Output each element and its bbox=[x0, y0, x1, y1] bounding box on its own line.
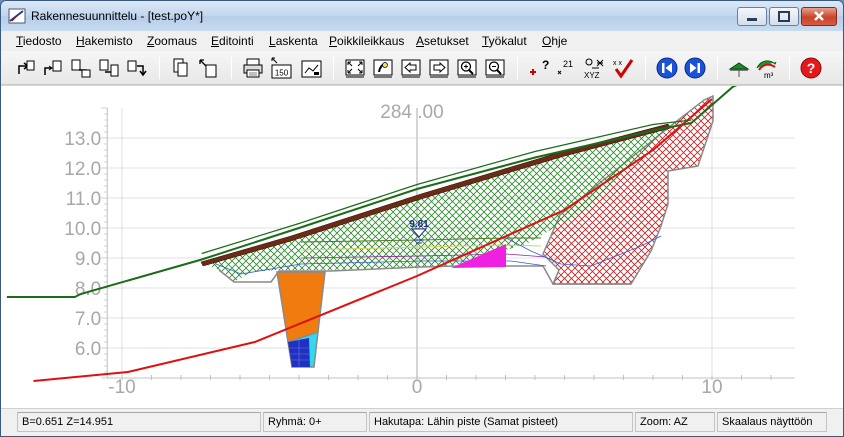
menu-zoomaus[interactable]: Zoomaus bbox=[147, 34, 197, 48]
print-preview-icon[interactable] bbox=[299, 56, 323, 80]
y-tick-label: 11.0 bbox=[66, 189, 102, 210]
y-tick-label: 13.0 bbox=[64, 129, 101, 150]
xyz-label: XYZ bbox=[584, 71, 600, 80]
menu-poikkileikkaus[interactable]: Poikkileikkaus bbox=[329, 34, 404, 48]
svg-text:x x: x x bbox=[613, 60, 622, 67]
zoom-in-icon[interactable] bbox=[455, 56, 479, 80]
menu-laskenta[interactable]: Laskenta bbox=[269, 34, 318, 48]
coordinates-icon[interactable]: XYZ bbox=[583, 56, 607, 80]
copy-icon[interactable] bbox=[169, 56, 193, 80]
cross-section-drawing[interactable]: 6.07.08.09.010.011.012.013.0 -10 0 10 28… bbox=[1, 59, 843, 408]
print-icon[interactable] bbox=[241, 56, 265, 80]
minimize-button[interactable] bbox=[737, 7, 767, 26]
x-tick-label: 10 bbox=[701, 377, 722, 398]
title-bar[interactable]: Rakennesuunnittelu - [test.poY*] bbox=[1, 1, 843, 31]
x-tick-label: 0 bbox=[412, 377, 423, 398]
check-icon[interactable]: x x bbox=[611, 56, 635, 80]
toolbar: 150 ? 21 XYZ x x m³ ? bbox=[1, 51, 843, 85]
toolbar-separator bbox=[717, 57, 718, 79]
zoom-out-icon[interactable] bbox=[483, 56, 507, 80]
menu-tiedosto[interactable]: Tiedosto bbox=[16, 34, 62, 48]
status-scaling: Skaalaus näyttöön bbox=[717, 412, 827, 432]
zoom-fit-icon[interactable] bbox=[343, 56, 367, 80]
previous-section-icon[interactable] bbox=[655, 56, 679, 80]
menu-asetukset[interactable]: Asetukset bbox=[416, 34, 469, 48]
status-search-mode: Hakutapa: Lähin piste (Samat pisteet) bbox=[369, 412, 633, 432]
svg-text:?: ? bbox=[807, 60, 816, 76]
next-section-icon[interactable] bbox=[683, 56, 707, 80]
paste-icon[interactable] bbox=[197, 56, 221, 80]
undo-icon[interactable] bbox=[13, 56, 37, 80]
toolbar-separator bbox=[333, 57, 334, 79]
arrow-right-icon[interactable] bbox=[427, 56, 451, 80]
save-as-icon[interactable] bbox=[97, 56, 121, 80]
y-tick-label: 12.0 bbox=[64, 159, 101, 180]
toolbar-separator bbox=[645, 57, 646, 79]
menu-bar: Tiedosto Hakemisto Zoomaus Editointi Las… bbox=[1, 31, 843, 51]
water-level-label: 9.81 bbox=[409, 219, 429, 230]
point-number-icon[interactable]: 21 bbox=[555, 56, 579, 80]
save-icon[interactable] bbox=[69, 56, 93, 80]
volume-icon[interactable]: m³ bbox=[755, 56, 779, 80]
maximize-button[interactable] bbox=[769, 7, 799, 26]
scale-label: 150 bbox=[275, 69, 289, 78]
toolbar-separator bbox=[231, 57, 232, 79]
y-tick-label: 6.0 bbox=[75, 339, 101, 360]
svg-text:?: ? bbox=[542, 58, 549, 72]
redo-icon[interactable] bbox=[125, 56, 149, 80]
cross-section-canvas[interactable]: 6.0 7.0 8.0 9.0 10.0 11.0 12.0 13.0 -10 0 10 bbox=[1, 59, 843, 408]
cross-section-icon[interactable] bbox=[727, 56, 751, 80]
status-bar: B=0.651 Z=14.951 Ryhmä: 0+ Hakutapa: Läh… bbox=[1, 408, 843, 436]
svg-text:21: 21 bbox=[563, 59, 573, 69]
zoom-pan-icon[interactable] bbox=[371, 56, 395, 80]
menu-ohje[interactable]: Ohje bbox=[542, 34, 567, 48]
menu-hakemisto[interactable]: Hakemisto bbox=[76, 34, 133, 48]
m3-label: m³ bbox=[764, 71, 774, 80]
toolbar-separator bbox=[517, 57, 518, 79]
x-axis-ticks: -10 0 10 bbox=[107, 375, 795, 398]
menu-editointi[interactable]: Editointi bbox=[211, 34, 254, 48]
help-icon[interactable]: ? bbox=[799, 56, 823, 80]
y-tick-label: 9.0 bbox=[75, 249, 101, 270]
toolbar-separator bbox=[159, 57, 160, 79]
y-tick-label: 7.0 bbox=[75, 309, 101, 330]
status-group: Ryhmä: 0+ bbox=[263, 412, 367, 432]
close-button[interactable] bbox=[801, 7, 837, 26]
station-label: 284 .00 bbox=[380, 102, 443, 123]
y-axis-ticks: 6.07.08.09.010.011.012.013.0 bbox=[64, 107, 108, 379]
x-tick-label: -10 bbox=[108, 377, 135, 398]
add-point-icon[interactable]: ? bbox=[527, 56, 551, 80]
app-icon bbox=[8, 8, 26, 24]
menu-tyokalut[interactable]: Työkalut bbox=[482, 34, 527, 48]
scale-150-icon[interactable]: 150 bbox=[269, 56, 293, 80]
status-coordinates: B=0.651 Z=14.951 bbox=[17, 412, 261, 432]
open-icon[interactable] bbox=[41, 56, 65, 80]
window-title: Rakennesuunnittelu - [test.poY*] bbox=[31, 9, 204, 23]
y-tick-label: 10.0 bbox=[64, 219, 101, 240]
toolbar-separator bbox=[789, 57, 790, 79]
app-window: Rakennesuunnittelu - [test.poY*] Tiedost… bbox=[0, 0, 844, 437]
arrow-left-icon[interactable] bbox=[399, 56, 423, 80]
status-zoom: Zoom: AZ bbox=[635, 412, 715, 432]
